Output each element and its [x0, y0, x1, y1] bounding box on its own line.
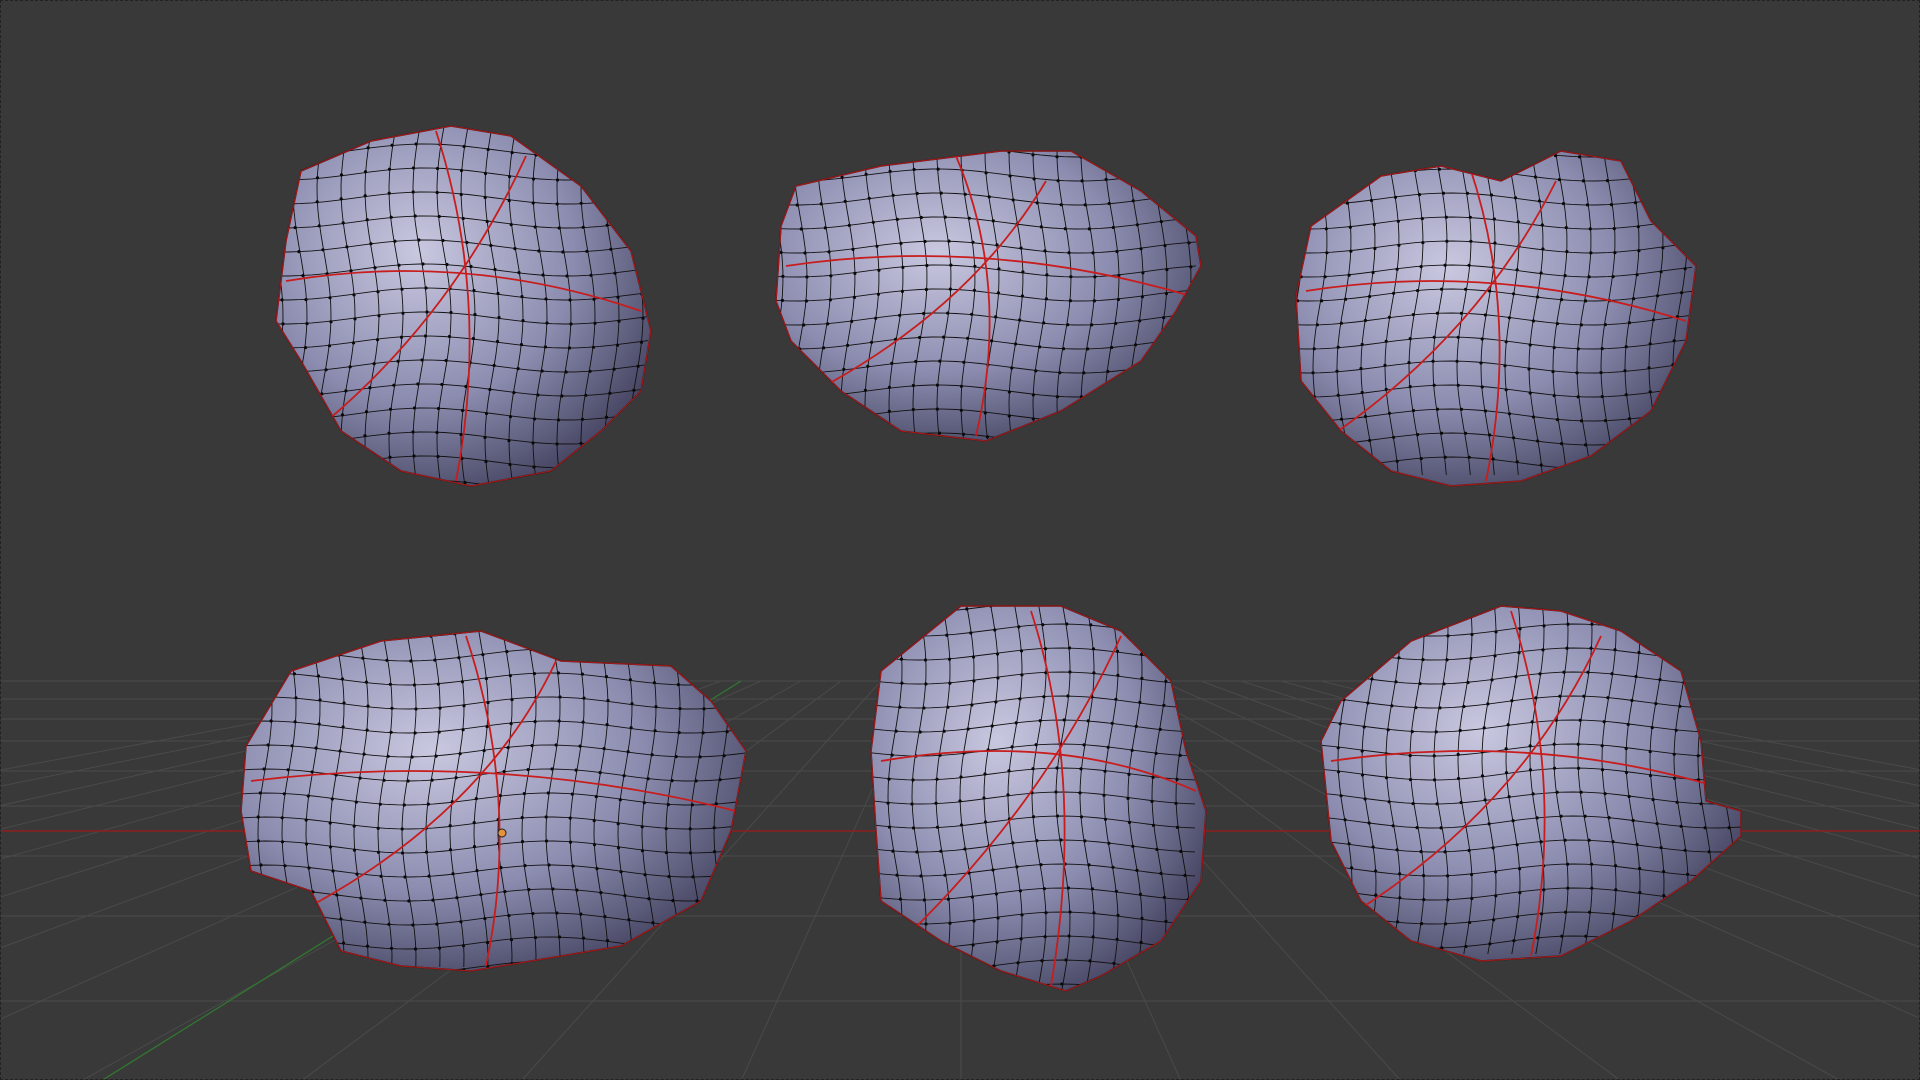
rock-mesh-4[interactable]: [233, 623, 754, 974]
rock-mesh-5[interactable]: [862, 598, 1207, 997]
rock-objects: [233, 118, 1742, 997]
3d-viewport[interactable]: [0, 0, 1920, 1080]
rock-mesh-3[interactable]: [1287, 144, 1697, 487]
rock-mesh-1[interactable]: [267, 118, 652, 493]
rock-mesh-2[interactable]: [767, 144, 1202, 447]
object-origin-dot[interactable]: [497, 828, 507, 838]
rock-mesh-6[interactable]: [1313, 599, 1742, 962]
viewport-canvas[interactable]: [1, 1, 1920, 1080]
